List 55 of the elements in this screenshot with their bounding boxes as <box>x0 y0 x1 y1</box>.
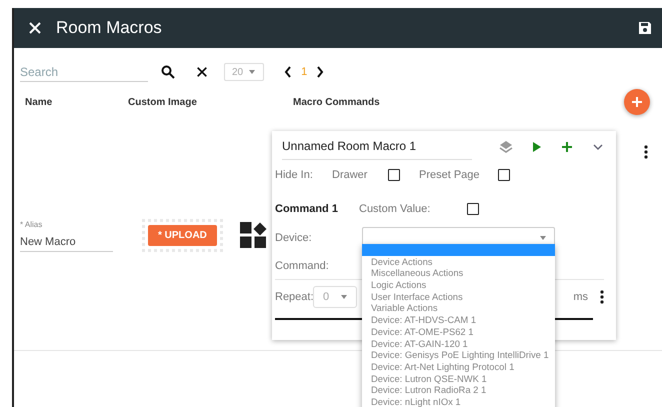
more-options-icon[interactable] <box>644 145 648 159</box>
close-icon[interactable] <box>28 21 42 35</box>
tiles-icon <box>240 222 267 249</box>
dropdown-option[interactable]: Device: nLight nIOx 1 <box>362 396 555 407</box>
command-label: Command: <box>275 260 329 272</box>
dropdown-option[interactable]: Device: Lutron RadioRa 2 1 <box>362 384 555 396</box>
dropdown-option[interactable]: Device Actions <box>362 256 555 268</box>
add-icon[interactable] <box>561 141 573 153</box>
dropdown-option[interactable]: Device: AT-HDVS-CAM 1 <box>362 314 555 326</box>
checkbox[interactable] <box>498 169 510 181</box>
next-page-icon[interactable] <box>316 66 324 78</box>
column-header: Name <box>25 96 54 108</box>
dropdown-option[interactable]: Device: Art-Net Lighting Protocol 1 <box>362 360 555 373</box>
plus-icon <box>631 96 643 108</box>
column-header: Custom Image <box>128 96 198 108</box>
layers-icon[interactable] <box>499 140 513 154</box>
search-icon[interactable] <box>161 65 175 79</box>
hide-in-label: Hide In: <box>275 169 314 181</box>
dropdown-option[interactable]: Miscellaneous Actions <box>362 267 555 280</box>
command-title: Command 1 <box>275 203 339 215</box>
checkbox[interactable] <box>388 169 400 181</box>
upload-dropzone[interactable]: * UPLOAD <box>142 219 223 252</box>
option-label: Drawer <box>332 169 368 181</box>
add-button[interactable] <box>624 89 650 115</box>
save-icon[interactable] <box>638 21 652 35</box>
previous-page-icon[interactable] <box>284 66 292 78</box>
device-label: Device: <box>275 232 313 244</box>
dropdown-option[interactable]: Device: AT-OME-PS62 1 <box>362 326 555 338</box>
dropdown-option[interactable]: Logic Actions <box>362 279 555 291</box>
alias-field[interactable]: New Macro <box>20 232 113 252</box>
repeat-label: Repeat: <box>275 291 310 303</box>
clear-search-icon[interactable] <box>196 66 208 78</box>
custom-value-label: Custom Value: <box>359 203 432 215</box>
dropdown-option[interactable]: Device: Lutron QSE-NWK 1 <box>362 372 555 384</box>
unit-label: ms <box>573 291 588 303</box>
alias-label: * Alias <box>20 220 44 228</box>
dropdown-option[interactable]: Variable Actions <box>362 302 555 314</box>
checkbox[interactable] <box>467 203 479 215</box>
page-size-select[interactable]: 20 <box>224 63 264 81</box>
chevron-down-icon[interactable] <box>592 143 604 151</box>
caret-icon <box>249 70 256 74</box>
macro-title[interactable]: Unnamed Room Macro 1 <box>282 134 472 160</box>
repeat-select[interactable]: 0 <box>313 286 357 308</box>
dropdown-option[interactable]: User Interface Actions <box>362 290 555 302</box>
caret-icon <box>540 236 546 240</box>
play-icon[interactable] <box>532 141 542 153</box>
dropdown-option[interactable]: Device: AT-GAIN-120 1 <box>362 338 555 350</box>
column-header: Macro Commands <box>293 96 380 108</box>
page-number[interactable]: 1 <box>292 66 316 78</box>
more-options-icon[interactable] <box>600 290 604 304</box>
window-title: Room Macros <box>56 18 163 38</box>
upload-button[interactable]: * UPLOAD <box>148 225 217 246</box>
caret-icon <box>341 295 347 299</box>
dropdown-option[interactable]: Device: Genisys PoE Lighting IntelliDrive 1 <box>362 349 555 361</box>
option-label: Preset Page <box>419 169 481 181</box>
